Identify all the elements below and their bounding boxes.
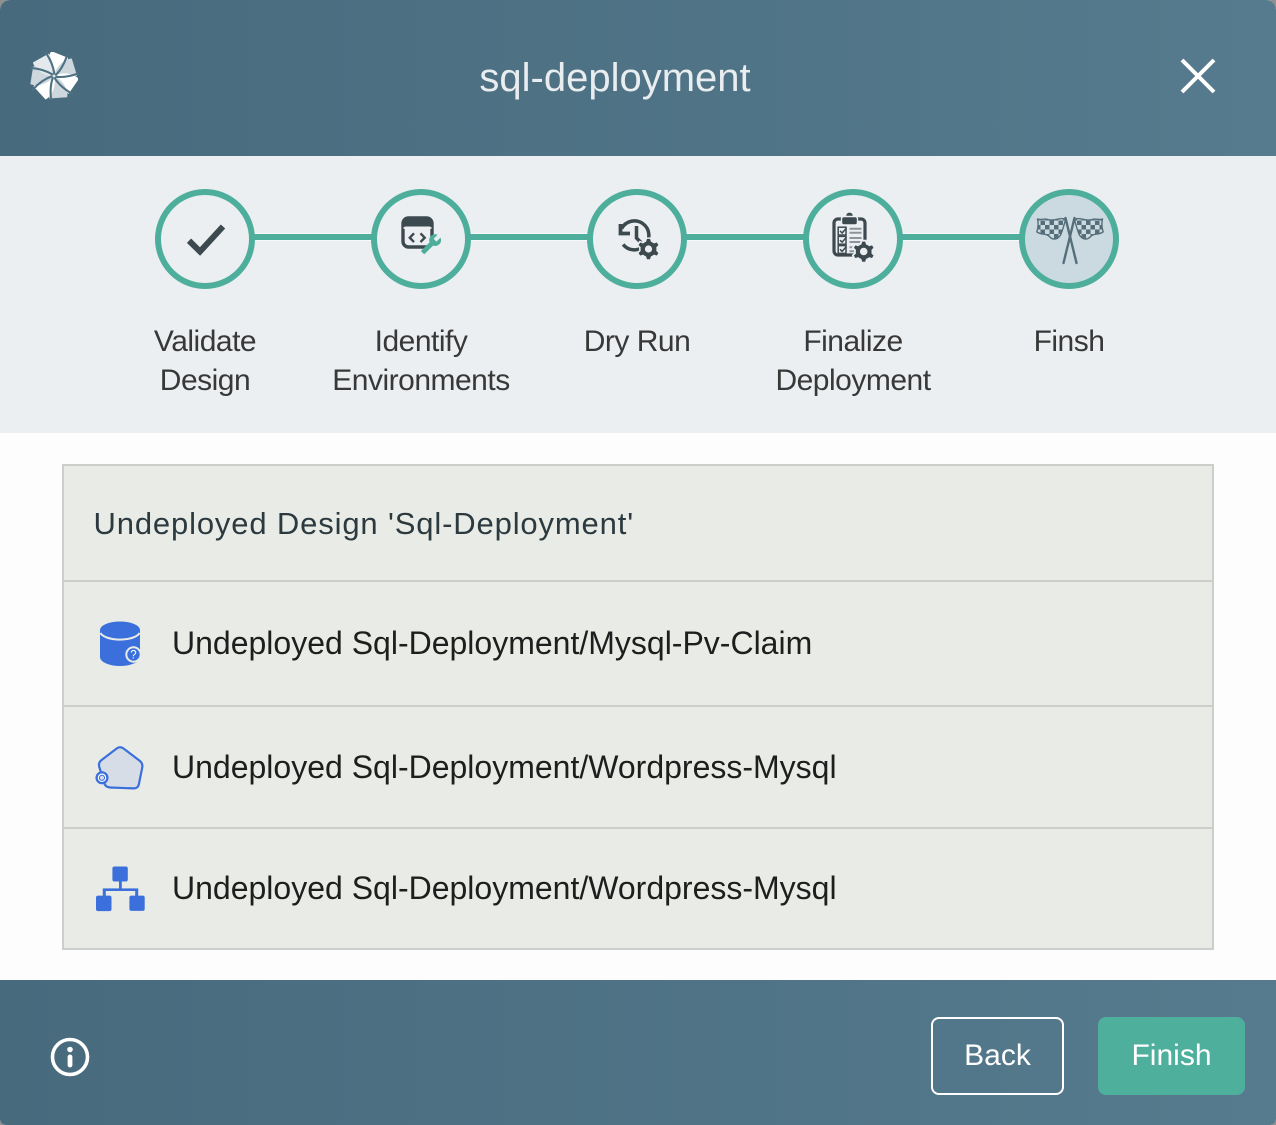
svg-text:?: ? [130,649,136,661]
